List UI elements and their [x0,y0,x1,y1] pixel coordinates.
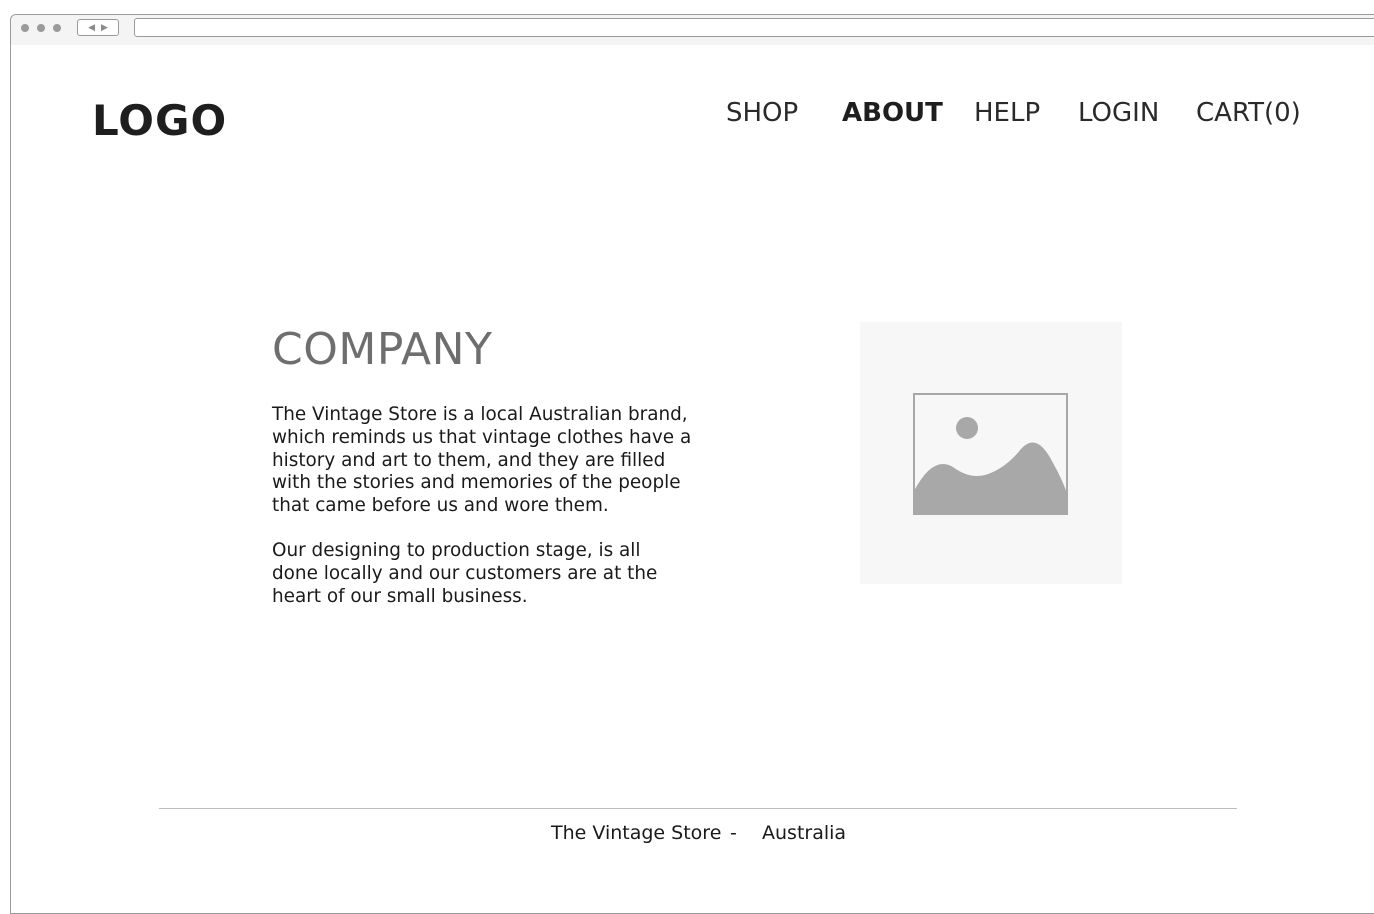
image-placeholder-icon [913,393,1068,515]
window-maximize-dot[interactable] [53,24,61,32]
nav-shop[interactable]: SHOP [726,100,798,126]
browser-toolbar: ◀ ▶ [11,15,1374,45]
footer-store-name: The Vintage Store [551,822,722,844]
site-logo[interactable]: LOGO [92,100,227,142]
company-image [860,322,1122,584]
nav-cart[interactable]: CART(0) [1196,100,1301,126]
back-arrow-icon[interactable]: ◀ [88,23,95,32]
browser-window: ◀ ▶ [10,14,1374,914]
footer-divider [159,808,1237,809]
window-minimize-dot[interactable] [37,24,45,32]
page-title: COMPANY [272,324,493,375]
forward-arrow-icon[interactable]: ▶ [101,23,108,32]
nav-about[interactable]: ABOUT [842,100,943,126]
nav-help[interactable]: HELP [974,100,1040,126]
nav-login[interactable]: LOGIN [1078,100,1159,126]
address-bar[interactable] [134,18,1374,37]
about-paragraph-2: Our designing to production stage, is al… [272,540,658,607]
footer-separator: - [730,822,737,844]
footer-location: Australia [762,822,847,844]
history-nav-buttons: ◀ ▶ [77,19,119,36]
about-paragraph-1: The Vintage Store is a local Australian … [272,404,692,517]
window-close-dot[interactable] [21,24,29,32]
